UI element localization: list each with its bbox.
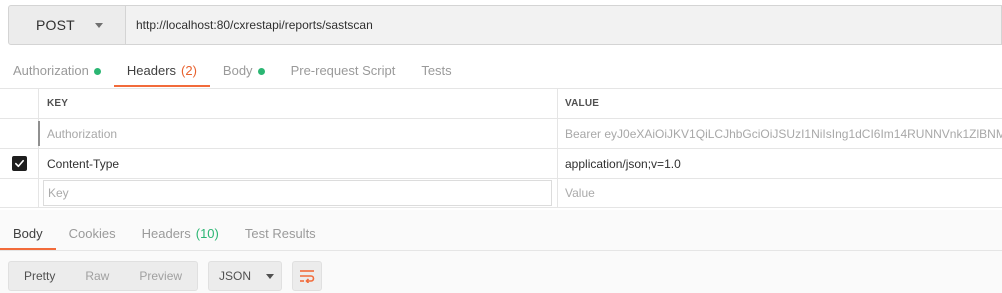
raw-button[interactable]: Raw	[70, 262, 124, 290]
row-checkbox-cell[interactable]	[0, 149, 38, 178]
header-value-cell[interactable]: application/json;v=1.0	[557, 149, 1002, 178]
check-icon	[14, 159, 24, 168]
tab-label: Authorization	[13, 63, 89, 78]
value-placeholder: Value	[565, 186, 595, 200]
pretty-button[interactable]: Pretty	[9, 262, 70, 290]
divider	[0, 250, 1002, 251]
header-key-text: Authorization	[47, 126, 118, 141]
request-tabs: Authorization Headers (2) Body Pre-reque…	[0, 55, 465, 87]
tab-label: Cookies	[68, 225, 116, 241]
tab-body[interactable]: Body	[210, 55, 278, 87]
response-toolbar: Pretty Raw Preview JSON	[8, 261, 323, 291]
checkbox-checked[interactable]	[11, 156, 27, 171]
tab-response-cookies[interactable]: Cookies	[56, 217, 129, 250]
header-key-text: Content-Type	[47, 156, 120, 171]
status-dot-icon	[257, 67, 265, 75]
row-checkbox-cell[interactable]	[0, 119, 38, 148]
table-header-row: KEY VALUE	[0, 88, 1002, 118]
tab-headers[interactable]: Headers (2)	[113, 55, 210, 87]
table-row-new: Key Value	[0, 178, 1002, 208]
tab-label: Pre-request Script	[290, 63, 396, 78]
chevron-down-icon	[266, 273, 275, 279]
tab-response-headers[interactable]: Headers (10)	[129, 217, 232, 250]
tab-label: Headers	[126, 63, 177, 78]
drag-handle[interactable]	[38, 121, 40, 146]
header-value-text: application/json;v=1.0	[565, 156, 681, 171]
row-checkbox-cell	[0, 179, 38, 207]
tab-pre-request-script[interactable]: Pre-request Script	[278, 55, 409, 87]
preview-button[interactable]: Preview	[124, 262, 197, 290]
response-tabs: Body Cookies Headers (10) Test Results	[0, 217, 329, 250]
format-select[interactable]: JSON	[208, 261, 283, 291]
tab-response-body[interactable]: Body	[0, 217, 56, 250]
tab-label: Headers	[141, 225, 191, 241]
url-input[interactable]: http://localhost:80/cxrestapi/reports/sa…	[126, 5, 1002, 45]
tab-label: Body	[13, 225, 43, 241]
tab-label: Test Results	[244, 225, 316, 241]
tab-authorization[interactable]: Authorization	[0, 55, 114, 87]
value-column-header: VALUE	[557, 89, 1002, 118]
format-label: JSON	[219, 269, 252, 283]
tab-label: Body	[222, 63, 253, 78]
method-label: POST	[36, 17, 75, 33]
headers-table: KEY VALUE Authorization Bearer eyJ0eXAiO…	[0, 88, 1002, 208]
header-key-cell[interactable]: Authorization	[38, 119, 557, 148]
wrap-lines-icon	[300, 270, 315, 283]
key-placeholder: Key	[48, 186, 69, 200]
table-row: Content-Type application/json;v=1.0	[0, 148, 1002, 178]
tab-test-results[interactable]: Test Results	[232, 217, 329, 250]
key-column-header: KEY	[38, 89, 557, 118]
new-value-cell[interactable]: Value	[557, 179, 1002, 207]
tab-count-badge: (10)	[195, 225, 219, 241]
wrap-lines-button[interactable]	[292, 261, 323, 291]
url-text: http://localhost:80/cxrestapi/reports/sa…	[136, 18, 373, 32]
header-value-text: Bearer eyJ0eXAiOiJKV1QiLCJhbGciOiJSUzI1N…	[565, 126, 1002, 141]
new-key-cell: Key	[38, 179, 557, 207]
check-column-header	[0, 89, 38, 118]
request-bar: POST http://localhost:80/cxrestapi/repor…	[8, 5, 1002, 45]
method-select[interactable]: POST	[8, 5, 126, 45]
tab-tests[interactable]: Tests	[408, 55, 464, 87]
table-row: Authorization Bearer eyJ0eXAiOiJKV1QiLCJ…	[0, 118, 1002, 148]
chevron-down-icon	[94, 22, 103, 28]
header-value-cell[interactable]: Bearer eyJ0eXAiOiJKV1QiLCJhbGciOiJSUzI1N…	[557, 119, 1002, 148]
new-key-input[interactable]: Key	[43, 180, 552, 206]
header-key-cell[interactable]: Content-Type	[38, 149, 557, 178]
view-mode-toggle: Pretty Raw Preview	[8, 261, 199, 291]
tab-label: Tests	[421, 63, 452, 78]
status-dot-icon	[93, 67, 101, 75]
tab-count-badge: (2)	[181, 63, 197, 78]
